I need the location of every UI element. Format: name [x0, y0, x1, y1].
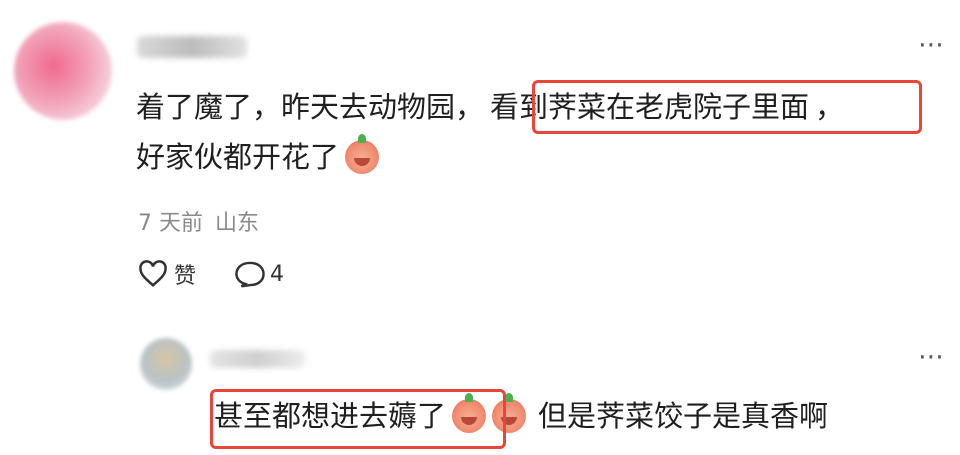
reply-text-tail: 但是荠菜饺子是真香啊	[538, 399, 829, 433]
reply-username-blurred[interactable]	[210, 350, 305, 368]
comment-meta: 7 天前 山东	[138, 205, 259, 237]
comment-bubble-icon	[234, 260, 266, 288]
comment-count: 4	[270, 261, 285, 287]
heart-icon	[138, 260, 168, 288]
comment-text-segment: 着了魔了，昨天去动物园，	[136, 90, 485, 124]
username-blurred[interactable]	[137, 36, 247, 58]
crying-peach-emoji-icon	[345, 134, 380, 174]
more-options-icon[interactable]: ⋯	[918, 30, 946, 60]
timestamp: 7 天前	[138, 211, 203, 236]
like-button[interactable]: 赞	[138, 258, 196, 290]
comment-text-segment: 好家伙都开花了	[136, 140, 340, 174]
highlight-box	[532, 80, 922, 134]
reply-highlight-box	[210, 389, 506, 449]
reply-avatar[interactable]	[140, 338, 192, 390]
comment-text-line2: 好家伙都开花了	[136, 132, 380, 182]
reply-button[interactable]: 4	[234, 260, 284, 288]
reply-more-options-icon[interactable]: ⋯	[918, 342, 946, 372]
avatar[interactable]	[14, 22, 112, 120]
location: 山东	[215, 211, 260, 236]
comment-actions: 赞 4	[138, 258, 284, 290]
like-label: 赞	[174, 264, 197, 289]
